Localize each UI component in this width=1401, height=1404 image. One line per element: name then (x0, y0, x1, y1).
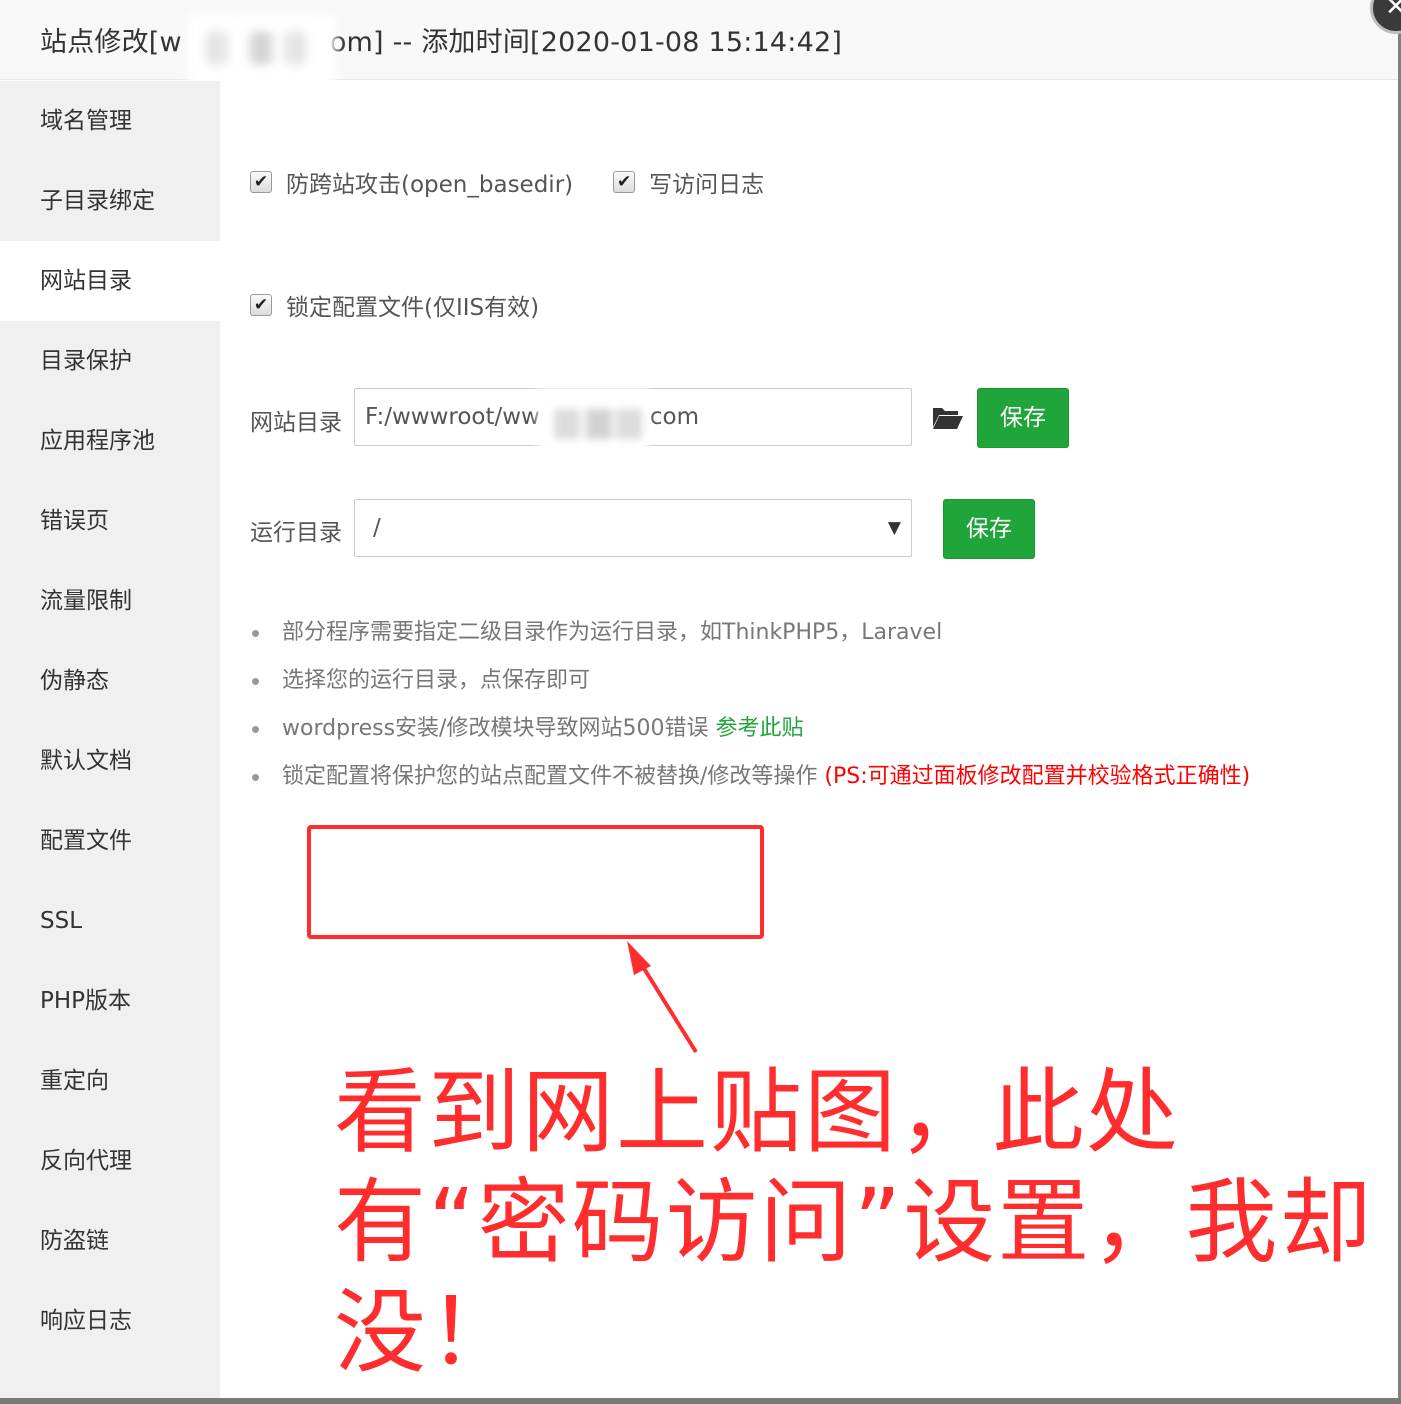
run-dir-label: 运行目录 (250, 520, 342, 546)
sidebar-item-config-file[interactable]: 配置文件 (0, 801, 220, 881)
chevron-down-icon: ▼ (887, 518, 901, 538)
note-item: 选择您的运行目录，点保存即可 (252, 657, 1250, 705)
sidebar-item-traffic-limit[interactable]: 流量限制 (0, 561, 220, 641)
anti-xss-label: 防跨站攻击(open_basedir) (286, 172, 574, 198)
sidebar-item-ssl[interactable]: SSL (0, 881, 220, 961)
reference-link[interactable]: 参考此贴 (715, 716, 803, 741)
bottom-edge (0, 1398, 1401, 1404)
options-row-2: ✔ 锁定配置文件(仅IIS有效) (250, 288, 579, 322)
sidebar-item-subdir-binding[interactable]: 子目录绑定 (0, 161, 220, 241)
sidebar-item-error-page[interactable]: 错误页 (0, 481, 220, 561)
annotation-box (307, 825, 764, 939)
help-notes: 部分程序需要指定二级目录作为运行目录，如ThinkPHP5，Laravel 选择… (252, 609, 1250, 801)
options-row-1: ✔ 防跨站攻击(open_basedir) ✔ 写访问日志 (250, 165, 804, 199)
dialog-title: 站点修改[w om] -- 添加时间[2020-01-08 15:14:42] (40, 27, 843, 58)
note-item: 锁定配置将保护您的站点配置文件不被替换/修改等操作 (PS:可通过面板修改配置并… (252, 753, 1250, 801)
site-dir-label: 网站目录 (250, 410, 342, 436)
sidebar-item-php-version[interactable]: PHP版本 (0, 961, 220, 1041)
checkbox-checked-icon[interactable]: ✔ (250, 294, 272, 316)
sidebar-item-rewrite[interactable]: 伪静态 (0, 641, 220, 721)
site-dir-save-button[interactable]: 保存 (977, 388, 1069, 448)
sidebar-item-site-dir[interactable]: 网站目录 (0, 241, 220, 321)
note-item: wordpress安装/修改模块导致网站500错误 参考此贴 (252, 705, 1250, 753)
folder-open-icon[interactable] (932, 405, 964, 431)
sidebar-item-hotlink[interactable]: 防盗链 (0, 1201, 220, 1281)
sidebar-item-response-log[interactable]: 响应日志 (0, 1281, 220, 1361)
sidebar: 域名管理 子目录绑定 网站目录 目录保护 应用程序池 错误页 流量限制 伪静态 … (0, 81, 220, 1398)
lock-config-checkbox[interactable]: ✔ 锁定配置文件(仅IIS有效) (250, 288, 539, 322)
site-edit-dialog: 站点修改[w om] -- 添加时间[2020-01-08 15:14:42] 域… (0, 0, 1398, 1398)
run-dir-select[interactable]: / ▼ (354, 499, 912, 557)
dialog-titlebar: 站点修改[w om] -- 添加时间[2020-01-08 15:14:42] (0, 0, 1398, 94)
note-item: 部分程序需要指定二级目录作为运行目录，如ThinkPHP5，Laravel (252, 609, 1250, 657)
access-log-label: 写访问日志 (649, 172, 765, 198)
ps-warning: (PS:可通过面板修改配置并校验格式正确性) (824, 764, 1251, 789)
sidebar-item-default-doc[interactable]: 默认文档 (0, 721, 220, 801)
checkbox-checked-icon[interactable]: ✔ (613, 171, 636, 193)
run-dir-save-button[interactable]: 保存 (943, 499, 1035, 559)
site-dir-redaction (538, 387, 648, 459)
sidebar-item-domain[interactable]: 域名管理 (0, 81, 220, 161)
sidebar-item-dir-protect[interactable]: 目录保护 (0, 321, 220, 401)
checkbox-checked-icon[interactable]: ✔ (250, 171, 272, 193)
lock-config-label: 锁定配置文件(仅IIS有效) (286, 295, 540, 321)
sidebar-item-redirect[interactable]: 重定向 (0, 1041, 220, 1121)
sidebar-item-app-pool[interactable]: 应用程序池 (0, 401, 220, 481)
annotation-text: 看到网上贴图，此处有“密码访问”设置，我却没！ (334, 1059, 1374, 1386)
access-log-checkbox[interactable]: ✔ 写访问日志 (613, 165, 764, 199)
sidebar-item-reverse-proxy[interactable]: 反向代理 (0, 1121, 220, 1201)
anti-xss-checkbox[interactable]: ✔ 防跨站攻击(open_basedir) (250, 165, 573, 199)
